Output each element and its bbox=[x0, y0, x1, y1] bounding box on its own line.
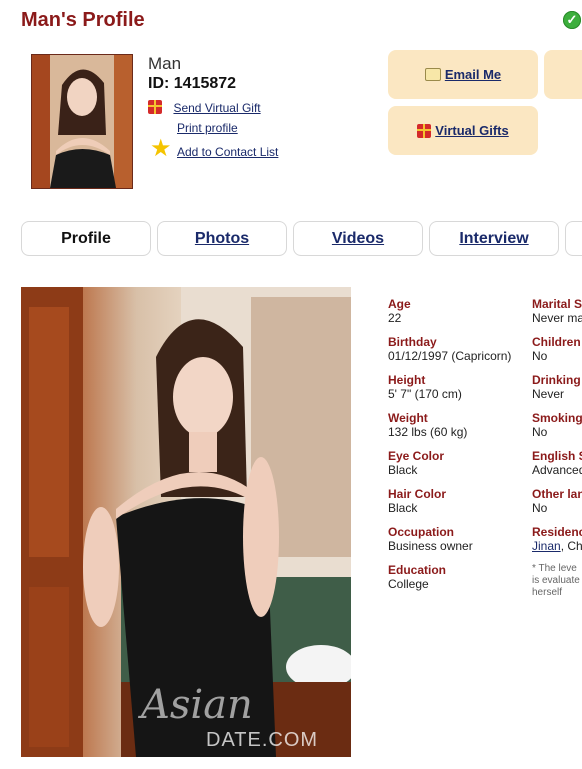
detail-english: English S Advanced bbox=[532, 449, 582, 487]
detail-value: Business owner bbox=[388, 539, 473, 553]
detail-label: Drinking bbox=[532, 373, 581, 387]
print-profile-link[interactable]: Print profile bbox=[177, 121, 238, 135]
detail-other-languages: Other lan No bbox=[532, 487, 582, 525]
detail-value: 22 bbox=[388, 311, 402, 325]
star-icon: ★ bbox=[150, 135, 172, 162]
page-title: Man's Profile bbox=[21, 9, 145, 31]
detail-value: No bbox=[532, 425, 548, 439]
profile-name: Man bbox=[148, 54, 182, 73]
detail-label: Other lan bbox=[532, 487, 582, 501]
details-right: Marital S Never ma Children No Drinking … bbox=[532, 297, 582, 599]
detail-value: 01/12/1997 (Capricorn) bbox=[388, 349, 512, 363]
tab-interview[interactable]: Interview bbox=[429, 221, 559, 256]
detail-value: No bbox=[532, 501, 548, 515]
detail-label: Children bbox=[532, 335, 581, 349]
detail-value: 132 lbs (60 kg) bbox=[388, 425, 468, 439]
detail-label: Height bbox=[388, 373, 426, 387]
virtual-gifts-label: Virtual Gifts bbox=[435, 123, 509, 138]
note-line: * The leve bbox=[532, 563, 577, 574]
watermark-script: Asian bbox=[141, 682, 253, 728]
detail-height: Height 5' 7" (170 cm) bbox=[388, 373, 511, 411]
detail-label: Weight bbox=[388, 411, 428, 425]
detail-value: Black bbox=[388, 501, 418, 515]
detail-label: Occupation bbox=[388, 525, 455, 539]
note-line: herself bbox=[532, 587, 563, 598]
residence-rest: , Ch bbox=[560, 539, 582, 553]
tab-profile[interactable]: Profile bbox=[21, 221, 151, 256]
gift-icon bbox=[417, 123, 432, 138]
detail-label: Hair Color bbox=[388, 487, 447, 501]
email-me-label: Email Me bbox=[444, 67, 502, 82]
tab-photos[interactable]: Photos bbox=[157, 221, 287, 256]
tab-more[interactable] bbox=[565, 221, 582, 256]
detail-label: English S bbox=[532, 449, 582, 463]
virtual-gifts-button[interactable]: Virtual Gifts bbox=[388, 106, 538, 155]
detail-label: Smoking bbox=[532, 411, 582, 425]
detail-education: Education College bbox=[388, 563, 511, 601]
add-contact-row[interactable]: ★ bbox=[150, 137, 172, 161]
watermark-brand: DATE.COM bbox=[206, 729, 319, 751]
detail-value: Advanced bbox=[532, 463, 582, 477]
details-left: Age 22 Birthday 01/12/1997 (Capricorn) H… bbox=[388, 297, 511, 601]
send-gift-row[interactable]: Send Virtual Gift bbox=[148, 99, 261, 117]
detail-hair-color: Hair Color Black bbox=[388, 487, 511, 525]
detail-value: Never ma bbox=[532, 311, 582, 325]
email-me-button[interactable]: Email Me bbox=[388, 50, 538, 99]
detail-birthday: Birthday 01/12/1997 (Capricorn) bbox=[388, 335, 511, 373]
tab-videos[interactable]: Videos bbox=[293, 221, 423, 256]
detail-smoking: Smoking No bbox=[532, 411, 582, 449]
detail-label: Eye Color bbox=[388, 449, 445, 463]
detail-value: College bbox=[388, 577, 429, 591]
detail-age: Age 22 bbox=[388, 297, 511, 335]
envelope-icon bbox=[424, 68, 441, 81]
detail-value: Black bbox=[388, 463, 418, 477]
detail-value: Never bbox=[532, 387, 565, 401]
detail-drinking: Drinking Never bbox=[532, 373, 582, 411]
send-virtual-gift-link[interactable]: Send Virtual Gift bbox=[173, 101, 260, 115]
detail-value: Jinan, Ch bbox=[532, 539, 582, 553]
verified-check-icon: ✓ bbox=[563, 11, 581, 29]
profile-id: ID: 1415872 bbox=[148, 75, 237, 92]
detail-value: No bbox=[532, 349, 548, 363]
print-profile-row[interactable]: Print profile bbox=[177, 119, 238, 137]
note-line: is evaluate bbox=[532, 575, 580, 586]
detail-occupation: Occupation Business owner bbox=[388, 525, 511, 563]
detail-label: Birthday bbox=[388, 335, 437, 349]
detail-label: Age bbox=[388, 297, 411, 311]
detail-value: 5' 7" (170 cm) bbox=[388, 387, 462, 401]
extra-action-button[interactable] bbox=[544, 50, 582, 99]
detail-label: Marital S bbox=[532, 297, 582, 311]
add-to-contact-list-link[interactable]: Add to Contact List bbox=[177, 145, 278, 159]
gift-icon bbox=[148, 100, 162, 114]
main-profile-photo[interactable]: Asian DATE.COM bbox=[21, 287, 351, 757]
detail-weight: Weight 132 lbs (60 kg) bbox=[388, 411, 511, 449]
detail-children: Children No bbox=[532, 335, 582, 373]
detail-label: Education bbox=[388, 563, 447, 577]
detail-marital-status: Marital S Never ma bbox=[532, 297, 582, 335]
profile-thumbnail[interactable] bbox=[31, 54, 133, 189]
detail-label: Residenc bbox=[532, 525, 582, 539]
english-level-note: * The leve is evaluate herself bbox=[532, 563, 582, 599]
residence-city-link[interactable]: Jinan bbox=[532, 539, 561, 553]
detail-eye-color: Eye Color Black bbox=[388, 449, 511, 487]
detail-residence: Residenc Jinan, Ch bbox=[532, 525, 582, 563]
